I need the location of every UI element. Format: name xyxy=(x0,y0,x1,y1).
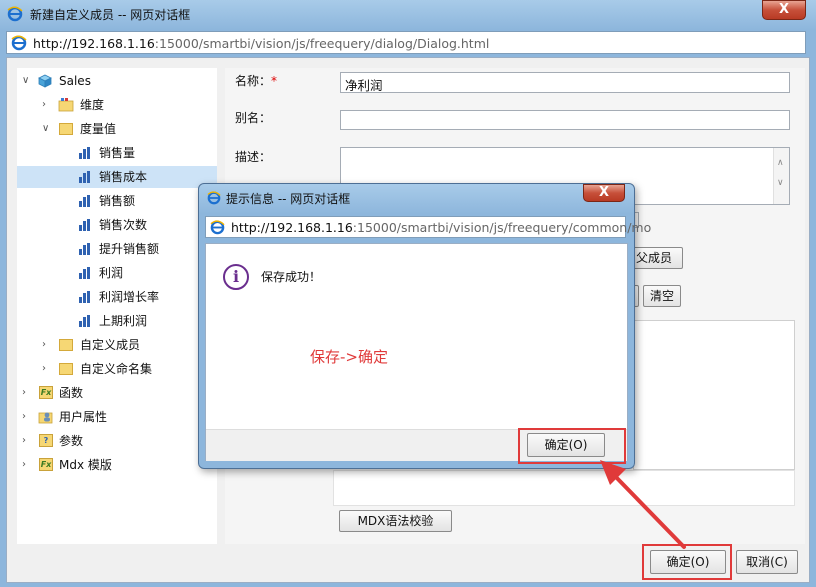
dialog-close-button[interactable]: X xyxy=(583,184,625,202)
cube-icon xyxy=(38,74,52,88)
chevron-right-icon[interactable]: › xyxy=(42,358,46,380)
annotation-arrow xyxy=(600,460,686,549)
cancel-button[interactable]: 取消(C) xyxy=(736,550,798,574)
close-button[interactable]: X xyxy=(762,0,806,20)
address-url: http://192.168.1.16:15000/smartbi/vision… xyxy=(33,36,490,51)
scrollbar[interactable]: ∧ ∨ xyxy=(773,148,789,204)
chevron-down-icon[interactable]: ∨ xyxy=(42,118,49,140)
ie-icon xyxy=(207,191,221,205)
dialog-address-bar: http://192.168.1.16:15000/smartbi/vision… xyxy=(205,216,651,238)
tree-node-custom-sets[interactable]: › 自定义命名集 xyxy=(17,358,217,380)
expression-editor[interactable] xyxy=(633,320,795,470)
tree-label: 参数 xyxy=(59,434,84,448)
tree-label: 自定义命名集 xyxy=(80,362,153,376)
measure-icon xyxy=(79,219,93,231)
tree-label: 用户属性 xyxy=(59,410,108,424)
tree-node-dimension[interactable]: › 维度 xyxy=(17,94,217,116)
mdx-template-icon: Fx xyxy=(39,458,53,471)
chevron-right-icon[interactable]: › xyxy=(22,430,26,452)
tree-label: 自定义成员 xyxy=(80,338,141,352)
tree-label: Sales xyxy=(59,74,91,88)
info-icon: i xyxy=(223,264,249,290)
ie-icon xyxy=(210,220,225,235)
function-icon: Fx xyxy=(39,386,53,399)
tree-node-measure[interactable]: 提升销售额 xyxy=(17,238,217,260)
dialog-title: 提示信息 -- 网页对话框 xyxy=(226,192,351,206)
tree-node-mdx-templates[interactable]: › Fx Mdx 模版 xyxy=(17,454,217,476)
tree-node-measure[interactable]: 销售量 xyxy=(17,142,217,164)
parameter-icon: ? xyxy=(39,434,53,447)
measure-icon xyxy=(79,195,93,207)
dialog-address-url: http://192.168.1.16:15000/smartbi/vision… xyxy=(231,220,652,235)
measure-icon xyxy=(79,243,93,255)
tree-label: 提升销售额 xyxy=(99,242,160,256)
clear-button[interactable]: 清空 xyxy=(643,285,681,307)
chevron-right-icon[interactable]: › xyxy=(22,454,26,476)
alias-input[interactable] xyxy=(340,110,790,130)
tree-label: 销售额 xyxy=(99,194,136,208)
dimension-folder-icon xyxy=(58,98,74,112)
address-bar: http://192.168.1.16:15000/smartbi/vision… xyxy=(6,31,806,54)
tree-label: 销售量 xyxy=(99,146,136,160)
user-attribute-icon xyxy=(38,412,53,424)
chevron-right-icon[interactable]: › xyxy=(42,334,46,356)
ie-icon xyxy=(7,6,23,22)
tree-node-functions[interactable]: › Fx 函数 xyxy=(17,382,217,404)
measure-icon xyxy=(79,267,93,279)
chevron-right-icon[interactable]: › xyxy=(42,94,46,116)
measure-icon xyxy=(79,171,93,183)
tree-node-measure[interactable]: 利润 xyxy=(17,262,217,284)
folder-icon xyxy=(59,123,73,135)
name-label: 名称：* xyxy=(235,74,278,88)
chevron-right-icon[interactable]: › xyxy=(22,382,26,404)
alias-label: 别名： xyxy=(235,111,272,125)
tree-label: 上期利润 xyxy=(99,314,148,328)
tree-label: 销售次数 xyxy=(99,218,148,232)
tree-node-measure[interactable]: 上期利润 xyxy=(17,310,217,332)
mdx-check-button[interactable]: MDX语法校验 xyxy=(339,510,452,532)
tree-label: 维度 xyxy=(80,98,105,112)
tree-node-measure[interactable]: 销售次数 xyxy=(17,214,217,236)
chevron-right-icon[interactable]: › xyxy=(22,406,26,428)
dialog-message: 保存成功！ xyxy=(261,270,322,284)
title-bar: 新建自定义成员 -- 网页对话框 X xyxy=(0,0,816,28)
window-title: 新建自定义成员 -- 网页对话框 xyxy=(30,8,191,22)
tree-node-parameters[interactable]: › ? 参数 xyxy=(17,430,217,452)
tree-node-measure[interactable]: 利润增长率 xyxy=(17,286,217,308)
folder-icon xyxy=(59,363,73,375)
measure-icon xyxy=(79,147,93,159)
tree-label: 函数 xyxy=(59,386,84,400)
tree-label: 利润增长率 xyxy=(99,290,160,304)
measure-icon xyxy=(79,315,93,327)
tree-node-measure[interactable]: 销售额 xyxy=(17,190,217,212)
tree-label: 销售成本 xyxy=(99,170,148,184)
tree-node-sales[interactable]: ∨ Sales xyxy=(17,70,217,92)
annotation-text: 保存->确定 xyxy=(310,348,388,366)
ie-icon xyxy=(11,35,27,51)
measure-icon xyxy=(79,291,93,303)
tree-node-measures[interactable]: ∨ 度量值 xyxy=(17,118,217,140)
tree-node-measure-selected[interactable]: 销售成本 xyxy=(17,166,217,188)
info-dialog: 提示信息 -- 网页对话框 X http://192.168.1.16:1500… xyxy=(198,183,651,469)
tree-label: Mdx 模版 xyxy=(59,458,112,472)
name-input[interactable]: 净利润 xyxy=(340,72,790,93)
tree-node-custom-members[interactable]: › 自定义成员 xyxy=(17,334,217,356)
description-label: 描述： xyxy=(235,150,272,164)
tree-label: 利润 xyxy=(99,266,124,280)
tree-node-user-attributes[interactable]: › 用户属性 xyxy=(17,406,217,428)
scroll-down-icon[interactable]: ∨ xyxy=(777,178,784,188)
tree-label: 度量值 xyxy=(80,122,117,136)
expression-editor-lower[interactable] xyxy=(333,470,795,506)
chevron-down-icon[interactable]: ∨ xyxy=(22,70,29,92)
scroll-up-icon[interactable]: ∧ xyxy=(777,158,784,168)
member-tree: ∨ Sales › 维度 ∨ 度量值 销售量 销售成本 销售额 销售次数 提升销… xyxy=(17,68,217,544)
folder-icon xyxy=(59,339,73,351)
